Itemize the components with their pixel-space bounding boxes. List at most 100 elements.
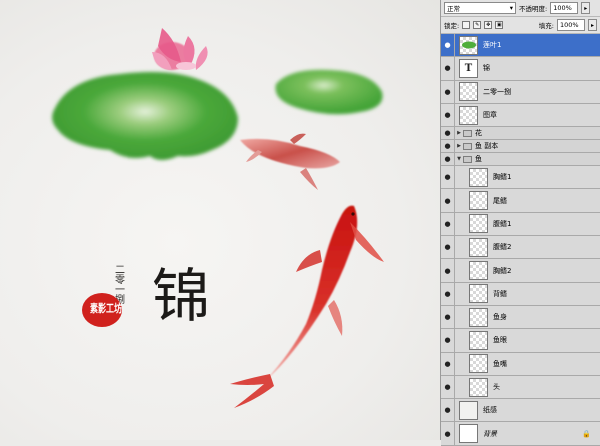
layer-row[interactable]: ● 二零一捌 <box>441 80 600 104</box>
red-seal: 素影工坊 <box>82 293 122 327</box>
layers-panel: 正常 ▾ 不透明度: 100% ▸ 锁定: ✎ ✥ ▣ 填充: 100% ▸ ●… <box>440 0 600 446</box>
layer-thumbnail <box>469 191 488 211</box>
layer-thumbnail <box>469 214 488 234</box>
layer-name: 背景 <box>483 429 497 438</box>
chevron-down-icon: ▾ <box>509 4 513 12</box>
eye-icon[interactable]: ● <box>441 140 455 153</box>
eye-icon[interactable]: ● <box>441 212 455 236</box>
blend-mode-value: 正常 <box>447 5 460 13</box>
collapse-triangle-icon[interactable]: ▼ <box>455 156 463 162</box>
eye-icon[interactable]: ● <box>441 80 455 103</box>
eye-icon[interactable]: ● <box>441 422 455 445</box>
opacity-slider-button[interactable]: ▸ <box>581 2 591 14</box>
layer-name: 鱼眼 <box>493 336 507 345</box>
eye-icon[interactable]: ● <box>441 189 455 212</box>
koi-small <box>240 133 340 190</box>
layer-row[interactable]: ● 纸感 <box>441 399 600 423</box>
eye-icon[interactable]: ● <box>441 259 455 282</box>
layer-thumbnail <box>469 307 488 327</box>
artwork: 锦 二零一捌 素影工坊 <box>52 28 384 408</box>
photoshop-workspace: 锦 二零一捌 素影工坊 正常 ▾ 不透明度: 100% ▸ 锁定: ✎ ✥ ▣ … <box>0 0 600 446</box>
lock-brush-icon[interactable]: ✎ <box>473 21 482 29</box>
folder-icon <box>463 129 472 137</box>
opacity-label: 不透明度: <box>519 5 548 13</box>
eye-icon[interactable]: ● <box>441 305 455 329</box>
layer-row[interactable]: ● T 锦 <box>441 57 600 81</box>
layer-name: 胸鳍1 <box>493 173 512 182</box>
eye-icon[interactable]: ● <box>441 127 455 140</box>
layer-row[interactable]: ● 腹鳍2 <box>441 236 600 260</box>
layer-row[interactable]: ● 腹鳍1 <box>441 212 600 237</box>
eye-icon[interactable]: ● <box>441 57 455 80</box>
layer-group-row[interactable]: ● ▶ 鱼 副本 <box>441 140 600 154</box>
lock-transparency-icon[interactable] <box>462 21 471 29</box>
layer-name: 尾鳍 <box>493 196 507 205</box>
eye-icon[interactable]: ● <box>441 375 455 399</box>
expand-triangle-icon[interactable]: ▶ <box>455 130 463 136</box>
background-layer-row[interactable]: ● 背景 🔒 <box>441 422 600 446</box>
eye-icon[interactable]: ● <box>441 282 455 305</box>
blend-mode-select[interactable]: 正常 ▾ <box>444 2 516 14</box>
text-layer-thumbnail: T <box>459 58 478 78</box>
lotus-leaf-large <box>52 72 238 160</box>
svg-text:素影工坊: 素影工坊 <box>90 301 122 315</box>
layer-thumbnail <box>459 82 478 102</box>
opacity-input[interactable]: 100% <box>550 2 579 14</box>
layer-row[interactable]: ● 图章 <box>441 103 600 128</box>
fill-slider-button[interactable]: ▸ <box>588 19 597 31</box>
folder-icon <box>463 155 472 163</box>
folder-icon <box>463 142 472 150</box>
layer-thumbnail <box>469 377 488 397</box>
blend-opacity-row: 正常 ▾ 不透明度: 100% ▸ <box>441 0 600 17</box>
eye-icon[interactable]: ● <box>441 166 455 189</box>
layer-row[interactable]: ● 鱼身 <box>441 305 600 330</box>
eye-icon[interactable]: ● <box>441 153 455 166</box>
lock-options: ✎ ✥ ▣ <box>462 21 504 29</box>
layer-group-row[interactable]: ● ▶ 花 <box>441 127 600 141</box>
document-canvas[interactable]: 锦 二零一捌 素影工坊 <box>0 0 440 440</box>
fill-input[interactable]: 100% <box>557 19 585 31</box>
layer-thumbnail <box>469 167 488 187</box>
layer-name: 腹鳍1 <box>493 219 512 228</box>
layer-row[interactable]: ● 鱼眼 <box>441 329 600 353</box>
layer-name: 鱼嘴 <box>493 359 507 368</box>
layer-thumbnail <box>459 105 478 125</box>
layer-thumbnail <box>469 330 488 350</box>
layer-group-row[interactable]: ● ▼ 鱼 <box>441 153 600 167</box>
eye-icon[interactable]: ● <box>441 352 455 375</box>
lock-move-icon[interactable]: ✥ <box>484 21 493 29</box>
layer-row[interactable]: ● 胸鳍2 <box>441 259 600 283</box>
eye-icon[interactable]: ● <box>441 399 455 422</box>
eye-icon[interactable]: ● <box>441 103 455 127</box>
layer-name: 鱼 副本 <box>475 142 499 151</box>
layer-thumbnail <box>459 400 478 420</box>
eye-icon[interactable]: ● <box>441 329 455 352</box>
layer-name: 腹鳍2 <box>493 243 512 252</box>
lock-all-icon[interactable]: ▣ <box>495 21 504 29</box>
layer-thumbnail <box>469 354 488 374</box>
layer-row[interactable]: ● 莲叶1 <box>441 34 600 58</box>
layer-thumbnail <box>469 261 488 281</box>
layer-thumbnail <box>459 424 478 444</box>
layer-row[interactable]: ● 头 <box>441 375 600 400</box>
eye-icon[interactable]: ● <box>441 34 455 57</box>
layer-name: 鱼 <box>475 155 482 164</box>
layer-name: 锦 <box>483 64 490 73</box>
layer-name: 鱼身 <box>493 313 507 322</box>
layer-row[interactable]: ● 背鳍 <box>441 282 600 306</box>
lock-icon: 🔒 <box>582 429 591 438</box>
koi-large <box>230 205 384 408</box>
layer-row[interactable]: ● 鱼嘴 <box>441 352 600 376</box>
layer-name: 胸鳍2 <box>493 266 512 275</box>
expand-triangle-icon[interactable]: ▶ <box>455 143 463 149</box>
layer-name: 背鳍 <box>493 289 507 298</box>
layer-name: 图章 <box>483 111 497 120</box>
layer-row[interactable]: ● 胸鳍1 <box>441 166 600 190</box>
eye-icon[interactable]: ● <box>441 236 455 259</box>
layer-row[interactable]: ● 尾鳍 <box>441 189 600 213</box>
layer-list: ● 莲叶1 ● T 锦 ● 二零一捌 ● 图章 ● ▶ 花 ● ▶ 鱼 副本 ●… <box>441 34 600 446</box>
lock-fill-row: 锁定: ✎ ✥ ▣ 填充: 100% ▸ <box>441 17 600 34</box>
layer-name: 莲叶1 <box>483 41 502 50</box>
layer-thumbnail <box>469 284 488 304</box>
layer-name: 花 <box>475 129 482 138</box>
